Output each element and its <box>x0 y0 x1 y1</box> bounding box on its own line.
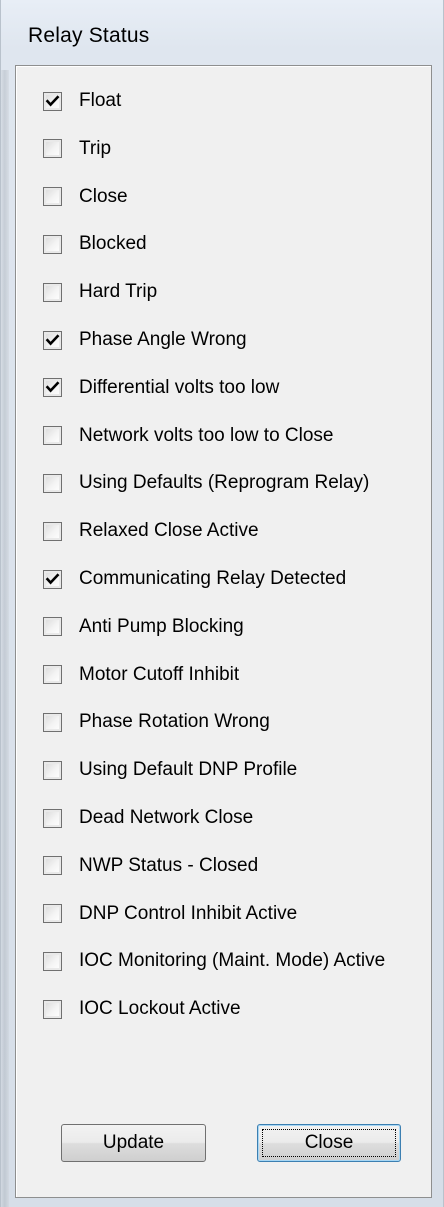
status-checkbox[interactable] <box>43 426 62 446</box>
close-button-label: Close <box>304 1132 354 1153</box>
status-checkbox-row[interactable]: Dead Network Close <box>43 803 253 833</box>
status-checkbox-label: Phase Rotation Wrong <box>79 711 270 733</box>
status-checkbox[interactable] <box>43 569 62 589</box>
status-checkbox-row[interactable]: Hard Trip <box>43 277 157 307</box>
status-checkbox[interactable] <box>43 808 62 828</box>
status-checkbox[interactable] <box>43 91 62 111</box>
status-checkbox-label: Blocked <box>79 233 147 255</box>
status-checkbox[interactable] <box>43 617 62 637</box>
status-checkbox[interactable] <box>43 187 62 207</box>
status-checkbox-label: Network volts too low to Close <box>79 424 334 446</box>
status-checkbox-label: Communicating Relay Detected <box>79 568 347 589</box>
status-checkbox-label: Using Defaults (Reprogram Relay) <box>79 472 370 494</box>
status-checkbox[interactable] <box>43 330 62 350</box>
update-button-label: Update <box>102 1132 165 1153</box>
status-checkbox-row[interactable]: Float <box>43 86 121 116</box>
status-checkbox[interactable] <box>43 378 62 398</box>
status-checkbox-row[interactable]: DNP Control Inhibit Active <box>43 899 297 929</box>
status-checkbox[interactable] <box>43 904 62 924</box>
status-checkbox-row[interactable]: Communicating Relay Detected <box>43 564 346 594</box>
status-checkbox-label: DNP Control Inhibit Active <box>79 902 298 924</box>
status-checkbox-label: Anti Pump Blocking <box>79 615 244 637</box>
status-checkbox-label: Phase Angle Wrong <box>79 329 247 350</box>
window-title: Relay Status <box>28 24 150 47</box>
status-checkbox-label: IOC Monitoring (Maint. Mode) Active <box>79 950 386 972</box>
status-checkbox[interactable] <box>43 712 62 732</box>
status-checkbox[interactable] <box>43 760 62 780</box>
status-checkbox-label: Dead Network Close <box>79 807 254 828</box>
status-checkbox-row[interactable]: NWP Status - Closed <box>43 851 258 881</box>
status-checkbox[interactable] <box>43 282 62 302</box>
status-checkbox-label: Relaxed Close Active <box>79 520 259 542</box>
status-checkbox-row[interactable]: Motor Cutoff Inhibit <box>43 660 239 690</box>
status-checkbox-row[interactable]: Close <box>43 182 128 212</box>
close-button[interactable]: Close <box>257 1124 401 1162</box>
status-checkbox-row[interactable]: Blocked <box>43 229 147 259</box>
status-checkbox[interactable] <box>43 473 62 493</box>
status-checkbox-row[interactable]: Using Default DNP Profile <box>43 755 297 785</box>
status-checkbox-row[interactable]: Phase Angle Wrong <box>43 325 247 355</box>
status-checkbox[interactable] <box>43 521 62 541</box>
status-checkbox-row[interactable]: Relaxed Close Active <box>43 516 259 546</box>
window-edge <box>1 70 9 1207</box>
status-checkbox[interactable] <box>43 234 62 254</box>
status-checkbox-row[interactable]: Anti Pump Blocking <box>43 612 244 642</box>
status-checkbox-label: Close <box>79 185 128 207</box>
status-checkbox-row[interactable]: IOC Lockout Active <box>43 994 241 1024</box>
status-checkbox-label: Hard Trip <box>79 281 158 303</box>
relay-status-panel: Float Trip Close Blocked Hard Trip Phase Angl… <box>15 65 432 1198</box>
status-checkbox-row[interactable]: Phase Rotation Wrong <box>43 707 270 737</box>
status-checkbox-label: Trip <box>79 137 112 159</box>
status-checkbox-row[interactable]: Using Defaults (Reprogram Relay) <box>43 468 369 498</box>
checkmark-icon <box>45 381 60 393</box>
checkmark-icon <box>45 94 60 107</box>
status-checkbox-row[interactable]: Trip <box>43 134 111 164</box>
status-checkbox-row[interactable]: Differential volts too low <box>43 373 279 403</box>
status-checkbox-label: NWP Status - Closed <box>79 854 259 876</box>
status-checkbox[interactable] <box>43 139 62 159</box>
status-checkbox-label: Float <box>79 90 122 111</box>
checkmark-icon <box>45 333 60 346</box>
checkmark-icon <box>45 572 60 585</box>
status-checkbox[interactable] <box>43 856 62 876</box>
status-checkbox[interactable] <box>43 951 62 971</box>
status-checkbox-label: IOC Lockout Active <box>79 998 241 1020</box>
status-checkbox-row[interactable]: Network volts too low to Close <box>43 421 334 451</box>
status-checkbox-label: Using Default DNP Profile <box>79 759 298 781</box>
status-checkbox-row[interactable]: IOC Monitoring (Maint. Mode) Active <box>43 946 385 976</box>
relay-status-window: Relay Status Float Trip Close Blocked Hard T… <box>0 0 444 1207</box>
status-checkbox-label: Motor Cutoff Inhibit <box>79 663 240 685</box>
status-checkbox[interactable] <box>43 665 62 685</box>
status-checkbox[interactable] <box>43 999 62 1019</box>
update-button[interactable]: Update <box>61 1124 206 1162</box>
status-checkbox-label: Differential volts too low <box>79 376 280 398</box>
